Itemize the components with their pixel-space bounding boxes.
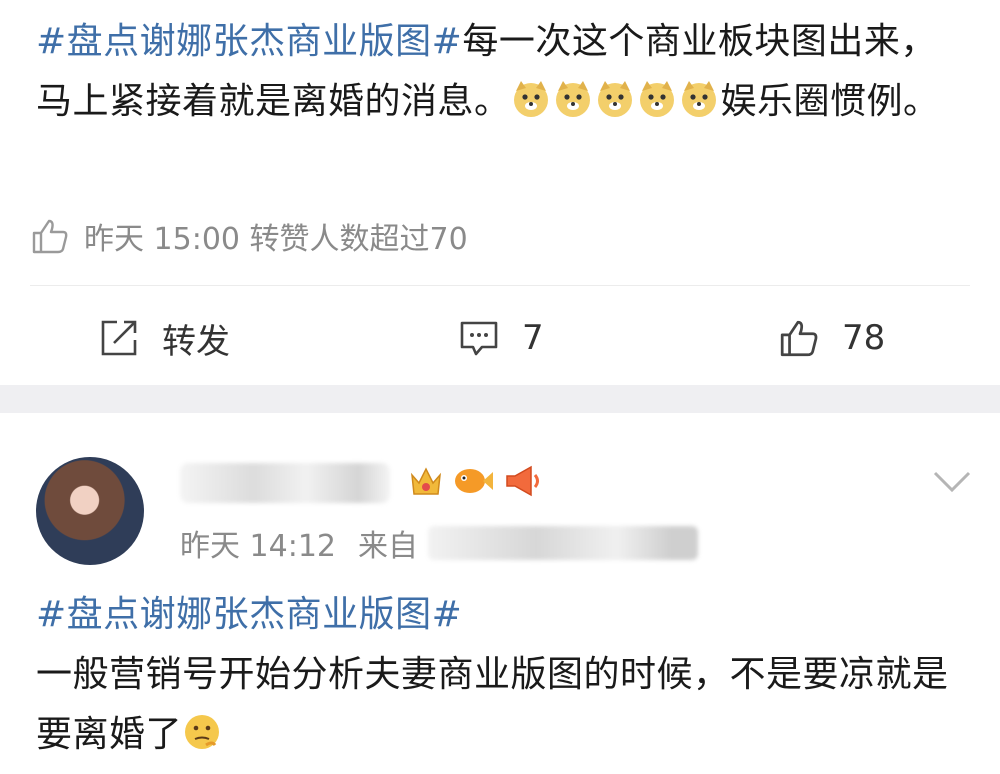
doge-emoji	[639, 81, 674, 117]
weibo-post-card: 昨天 14:12 来自 #盘点谢娜张杰商业版图# 一般营销号开始分析夫妻商业版图…	[0, 413, 1000, 774]
thumbs-up-icon	[780, 320, 818, 357]
post-body-text-tail: 娱乐圈惯例。	[720, 81, 940, 122]
hashtag-link[interactable]: #盘点谢娜张杰商业版图#	[36, 594, 462, 635]
repost-button[interactable]: 转发	[98, 312, 230, 364]
source-prefix: 来自	[358, 529, 418, 564]
fish-badge-icon	[455, 469, 493, 493]
post-meta: 昨天 14:12 来自	[180, 521, 698, 565]
thumbs-up-icon	[32, 219, 68, 254]
post-meta-text: 昨天 15:00 转赞人数超过70	[84, 222, 468, 257]
crown-badge-icon	[411, 467, 441, 495]
comment-button[interactable]: 7	[458, 312, 544, 364]
hashtag-link[interactable]: #盘点谢娜张杰商业版图#	[36, 21, 462, 62]
post-body-text: 一般营销号开始分析夫妻商业版图的时候，不是要凉就是要离婚了	[36, 654, 949, 755]
avatar[interactable]	[36, 457, 144, 565]
source-blurred	[428, 526, 698, 560]
post-text: #盘点谢娜张杰商业版图# 一般营销号开始分析夫妻商业版图的时候，不是要凉就是要离…	[36, 585, 970, 765]
post-time: 昨天 14:12	[180, 529, 336, 564]
user-badges	[408, 461, 544, 501]
doge-emoji	[513, 81, 548, 117]
comment-count: 7	[522, 318, 544, 358]
doge-emoji	[597, 81, 632, 117]
repost-icon	[101, 320, 137, 356]
doge-emoji	[681, 81, 716, 117]
doge-emoji	[555, 81, 590, 117]
post-text: #盘点谢娜张杰商业版图#每一次这个商业板块图出来，马上紧接着就是离婚的消息。 娱乐…	[36, 12, 970, 132]
divider	[30, 285, 970, 286]
username-blurred[interactable]	[180, 463, 390, 503]
like-button[interactable]: 78	[778, 312, 885, 364]
thinking-emoji	[185, 715, 220, 749]
chevron-down-icon[interactable]	[932, 469, 972, 495]
doge-emoji-group	[511, 81, 721, 122]
comment-icon	[460, 321, 498, 356]
weibo-post-card: #盘点谢娜张杰商业版图#每一次这个商业板块图出来，马上紧接着就是离婚的消息。 娱乐…	[0, 0, 1000, 385]
like-count: 78	[842, 318, 886, 358]
post-meta: 昨天 15:00 转赞人数超过70	[30, 213, 468, 259]
repost-label: 转发	[162, 321, 230, 362]
card-separator	[0, 385, 1000, 413]
megaphone-badge-icon	[506, 465, 539, 497]
